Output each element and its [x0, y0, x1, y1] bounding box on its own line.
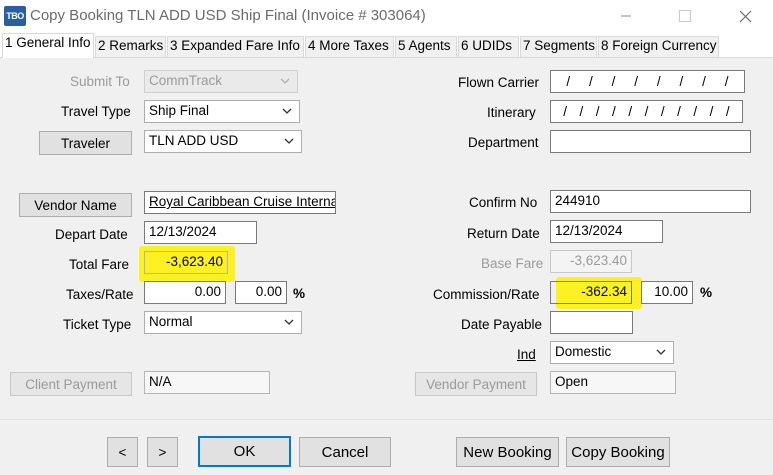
- tab-foreign-currency[interactable]: 8 Foreign Currency: [598, 36, 719, 57]
- tab-expanded-fare-info[interactable]: 3 Expanded Fare Info: [167, 36, 304, 57]
- percent-label: %: [700, 285, 713, 300]
- date-payable-field[interactable]: [550, 311, 633, 334]
- confirm-no-label: Confirm No: [469, 195, 538, 210]
- tab-more-taxes[interactable]: 4 More Taxes: [305, 36, 394, 57]
- client-payment-field: N/A: [144, 371, 270, 394]
- cancel-button[interactable]: Cancel: [299, 437, 391, 467]
- previous-button[interactable]: <: [107, 437, 138, 467]
- client-payment-button: Client Payment: [10, 372, 132, 396]
- window-title: Copy Booking TLN ADD USD Ship Final (Inv…: [30, 7, 426, 24]
- close-button[interactable]: [722, 0, 768, 32]
- next-button[interactable]: >: [147, 437, 178, 467]
- confirm-no-field[interactable]: 244910: [550, 190, 751, 213]
- department-field[interactable]: [550, 130, 751, 153]
- separator: /: [679, 74, 684, 89]
- date-payable-label: Date Payable: [461, 317, 543, 332]
- separator: /: [693, 104, 698, 119]
- title-bar: TBO Copy Booking TLN ADD USD Ship Final …: [0, 0, 773, 32]
- travel-type-label: Travel Type: [61, 104, 131, 119]
- separator: /: [644, 104, 649, 119]
- separator: /: [566, 74, 571, 89]
- separator: /: [677, 104, 681, 119]
- tax-rate-field[interactable]: 0.00: [235, 281, 287, 304]
- ok-button[interactable]: OK: [198, 436, 291, 467]
- chevron-down-icon: [280, 78, 290, 84]
- travel-type-value: Ship Final: [149, 103, 210, 118]
- chevron-down-icon: [282, 108, 292, 114]
- separator: /: [611, 74, 616, 89]
- vendor-payment-field: Open: [550, 371, 676, 394]
- separator: /: [660, 104, 665, 119]
- submit-to-label: Submit To: [70, 74, 130, 89]
- percent-label: %: [293, 286, 306, 301]
- separator: /: [628, 104, 633, 119]
- separator: /: [595, 104, 600, 119]
- separator: /: [563, 104, 568, 119]
- minimize-button[interactable]: [603, 0, 649, 32]
- return-date-field[interactable]: 12/13/2024: [550, 220, 663, 243]
- separator: /: [725, 104, 730, 119]
- flown-carrier-field[interactable]: / / / / / / / /: [550, 70, 745, 93]
- maximize-button[interactable]: [662, 0, 708, 32]
- itinerary-field[interactable]: / / / / / / / / / / /: [550, 100, 743, 123]
- separator: /: [612, 104, 616, 119]
- commission-field[interactable]: -362.34: [550, 281, 632, 304]
- commission-rate-label: Commission/Rate: [433, 287, 540, 302]
- app-icon: TBO: [4, 6, 26, 26]
- minimize-icon: [621, 15, 631, 17]
- vendor-name-button[interactable]: Vendor Name: [19, 193, 132, 217]
- separator: /: [656, 74, 661, 89]
- copy-booking-button[interactable]: Copy Booking: [566, 437, 670, 467]
- flown-carrier-label: Flown Carrier: [458, 75, 540, 90]
- tab-segments[interactable]: 7 Segments: [520, 36, 597, 57]
- depart-date-label: Depart Date: [55, 227, 128, 242]
- submit-to-select: CommTrack: [144, 70, 298, 93]
- base-fare-label: Base Fare: [481, 256, 544, 271]
- maximize-icon: [679, 10, 691, 22]
- separator: /: [579, 104, 584, 119]
- vendor-name-field[interactable]: Royal Caribbean Cruise Interna: [144, 191, 336, 214]
- total-fare-label: Total Fare: [69, 257, 130, 272]
- ticket-type-label: Ticket Type: [63, 317, 132, 332]
- chevron-down-icon: [656, 349, 666, 355]
- ind-select[interactable]: Domestic: [550, 341, 674, 364]
- traveler-value: TLN ADD USD: [149, 133, 239, 148]
- chevron-down-icon: [284, 319, 294, 325]
- separator: /: [634, 74, 639, 89]
- return-date-label: Return Date: [467, 226, 540, 241]
- taxes-field[interactable]: 0.00: [144, 281, 226, 304]
- tab-remarks[interactable]: 2 Remarks: [95, 36, 166, 57]
- ind-label: Ind: [517, 347, 536, 362]
- submit-to-value: CommTrack: [149, 73, 222, 88]
- separator: /: [709, 104, 714, 119]
- base-fare-field: -3,623.40: [550, 250, 632, 273]
- ticket-type-value: Normal: [149, 314, 193, 329]
- chevron-down-icon: [284, 138, 294, 144]
- itinerary-label: Itinerary: [487, 105, 536, 120]
- ticket-type-select[interactable]: Normal: [144, 311, 302, 334]
- separator: /: [724, 74, 729, 89]
- separator: /: [702, 74, 706, 89]
- vendor-payment-button: Vendor Payment: [415, 372, 537, 396]
- tab-general-info[interactable]: 1 General Info: [2, 33, 94, 58]
- new-booking-button[interactable]: New Booking: [456, 437, 559, 467]
- ind-value: Domestic: [555, 344, 612, 359]
- traveler-select[interactable]: TLN ADD USD: [144, 130, 302, 153]
- taxes-rate-label: Taxes/Rate: [66, 287, 134, 302]
- close-icon: [739, 10, 751, 22]
- separator: /: [589, 74, 593, 89]
- traveler-button[interactable]: Traveler: [39, 131, 132, 155]
- depart-date-field[interactable]: 12/13/2024: [144, 221, 257, 244]
- tab-udids[interactable]: 6 UDIDs: [458, 36, 519, 57]
- tab-agents[interactable]: 5 Agents: [395, 36, 457, 57]
- travel-type-select[interactable]: Ship Final: [144, 100, 300, 123]
- department-label: Department: [468, 135, 539, 150]
- total-fare-field[interactable]: -3,623.40: [144, 251, 228, 274]
- commission-rate-field[interactable]: 10.00: [641, 281, 693, 304]
